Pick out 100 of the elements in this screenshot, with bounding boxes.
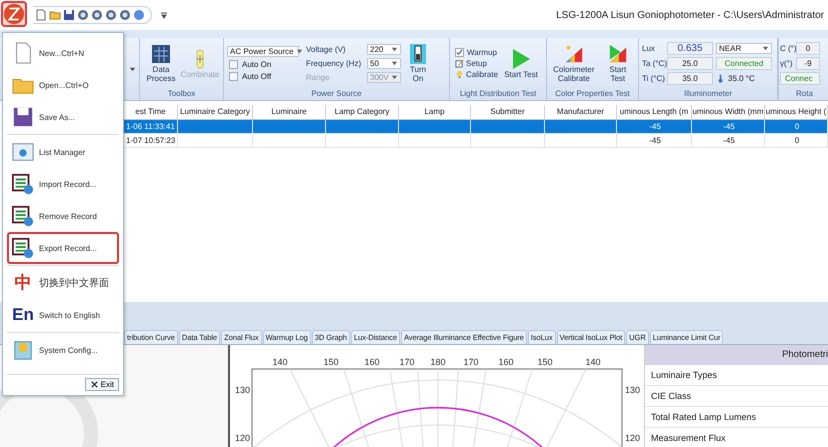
thermometer-icon bbox=[716, 74, 725, 83]
reading-label: γ(°) bbox=[780, 59, 794, 68]
table-cell: -45 bbox=[723, 122, 735, 131]
reading-label: Lux bbox=[642, 44, 656, 53]
checkbox[interactable]: Auto Off bbox=[227, 72, 303, 81]
range-dropdown[interactable]: NEAR bbox=[716, 43, 772, 54]
temperature-value: 35.0 °C bbox=[728, 74, 755, 83]
logo bbox=[3, 3, 25, 25]
dropdown-arrow-icon bbox=[296, 48, 303, 55]
group-label: Toolbox bbox=[166, 89, 196, 100]
column-header[interactable]: uminous Width (mm bbox=[692, 105, 765, 119]
reading-label: Ti (°C) bbox=[642, 74, 664, 83]
angle-label: 150 bbox=[323, 357, 339, 367]
column-header[interactable]: uminous Height ( bbox=[765, 105, 828, 119]
menu-item[interactable]: Save As... bbox=[7, 101, 119, 133]
colorimeter-calibrate-button[interactable]: Colorimeter Calibrate bbox=[550, 43, 598, 84]
save-icon[interactable] bbox=[63, 9, 75, 21]
menu-item[interactable]: Import Record... bbox=[7, 168, 119, 200]
start-test-button[interactable]: Start Test bbox=[600, 43, 635, 84]
checkmark-icon bbox=[456, 49, 463, 56]
column-header[interactable]: Luminaire Category bbox=[178, 105, 253, 119]
list-add-icon bbox=[12, 173, 34, 195]
column-header[interactable]: Luminaire bbox=[253, 105, 326, 119]
table-cell: -45 bbox=[649, 122, 661, 131]
property-label: CIE Class bbox=[651, 391, 692, 401]
property-label: Measurement Flux bbox=[651, 433, 726, 443]
panel-header: Photometri bbox=[645, 345, 828, 365]
angle-label: 160 bbox=[364, 357, 380, 367]
connection-status: Connected bbox=[716, 57, 772, 70]
checkbox[interactable]: Auto On bbox=[227, 60, 303, 69]
menu-item[interactable]: System Config... bbox=[7, 334, 119, 366]
toolbar-button[interactable]: Calibrate bbox=[453, 70, 500, 79]
new-document-icon[interactable] bbox=[35, 9, 47, 21]
reading-label: Ta (°C) bbox=[642, 59, 664, 68]
table-cell: 0 bbox=[794, 136, 800, 145]
caret-icon[interactable] bbox=[160, 11, 168, 19]
box-icon bbox=[12, 339, 34, 361]
field-label: Voltage (V) bbox=[306, 45, 347, 54]
window-title: LSG-1200A Lisun Goniophotometer - C:\Users\Administrator bbox=[556, 10, 824, 20]
reading-value: -9 bbox=[796, 57, 820, 70]
group-label: Illuminometer bbox=[682, 89, 733, 100]
group-label: Rota bbox=[795, 89, 814, 100]
column-header[interactable]: Lamp Category bbox=[326, 105, 399, 119]
angle-label: 180 bbox=[430, 357, 446, 367]
gear-icon[interactable] bbox=[91, 9, 103, 21]
group-label: Power Source bbox=[310, 89, 363, 100]
gear-icon[interactable] bbox=[77, 9, 89, 21]
warmup-checkbox[interactable]: Warmup bbox=[453, 48, 500, 57]
menu-item[interactable]: Open...Ctrl+O bbox=[7, 69, 119, 101]
field-label: Range bbox=[306, 73, 331, 82]
column-header[interactable]: Lamp bbox=[399, 105, 471, 119]
help-icon[interactable] bbox=[133, 9, 145, 21]
menu-item[interactable]: En Switch to English bbox=[7, 299, 119, 331]
column-header[interactable]: Manufacturer bbox=[545, 105, 617, 119]
language-icon: 中 bbox=[12, 273, 34, 293]
group-label: Color Properties Test bbox=[554, 89, 631, 100]
column-header[interactable]: uminous Length (m bbox=[617, 105, 692, 119]
angle-label: 120 bbox=[625, 433, 640, 443]
table-cell: 0 bbox=[794, 122, 800, 131]
close-icon bbox=[90, 380, 99, 389]
reading-value: 0.635 bbox=[667, 42, 713, 55]
toolbar-button[interactable]: Data Process bbox=[143, 43, 179, 84]
menu-item[interactable]: 中 切换到中文界面 bbox=[7, 267, 119, 299]
angle-label: 160 bbox=[498, 357, 514, 367]
property-label: Total Rated Lamp Lumens bbox=[651, 412, 756, 422]
window-icon bbox=[12, 141, 34, 163]
turn-on-button[interactable]: Turn On bbox=[404, 43, 432, 84]
menu-item[interactable]: New...Ctrl+N bbox=[7, 37, 119, 69]
angle-label: 170 bbox=[463, 357, 479, 367]
start-test-button[interactable]: Start Test bbox=[503, 48, 540, 80]
table-row[interactable]: 1-07 10:57:23 -45 -45 0 bbox=[124, 134, 828, 148]
menu-item[interactable]: List Manager bbox=[7, 136, 119, 168]
connection-status: Connec bbox=[780, 72, 820, 85]
exit-button[interactable]: Exit bbox=[84, 378, 119, 391]
gear-icon[interactable] bbox=[119, 9, 131, 21]
toggle-switch-icon bbox=[408, 43, 428, 66]
app-menu-button[interactable] bbox=[1, 1, 27, 27]
angle-label: 150 bbox=[537, 357, 553, 367]
table-cell: 1-06 11:33:41 bbox=[126, 122, 175, 131]
toolbar-button[interactable]: Setup bbox=[453, 59, 500, 68]
reading-label: C (°) bbox=[780, 44, 794, 53]
table-row[interactable]: 1-06 11:33:41 -45 -45 0 bbox=[124, 120, 828, 134]
column-header[interactable]: Submitter bbox=[471, 105, 545, 119]
value-dropdown[interactable]: 220 bbox=[367, 44, 401, 55]
edit-icon bbox=[455, 59, 464, 68]
reading-value: 0 bbox=[796, 42, 820, 55]
angle-label: 170 bbox=[399, 357, 415, 367]
table-cell: -45 bbox=[723, 136, 735, 145]
play-icon bbox=[511, 48, 532, 70]
menu-item[interactable]: Remove Record bbox=[7, 200, 119, 232]
list-export-icon bbox=[12, 237, 34, 259]
lightbulb-icon bbox=[455, 70, 464, 79]
dropdown-arrow-icon[interactable] bbox=[129, 66, 136, 72]
angle-label: 140 bbox=[272, 357, 288, 367]
value-dropdown[interactable]: 50 bbox=[367, 58, 401, 69]
table-cell: -45 bbox=[649, 136, 661, 145]
gear-icon[interactable] bbox=[105, 9, 117, 21]
reading-value: 35.0 bbox=[667, 72, 713, 85]
folder-icon[interactable] bbox=[49, 9, 61, 21]
list-remove-icon bbox=[12, 205, 34, 227]
